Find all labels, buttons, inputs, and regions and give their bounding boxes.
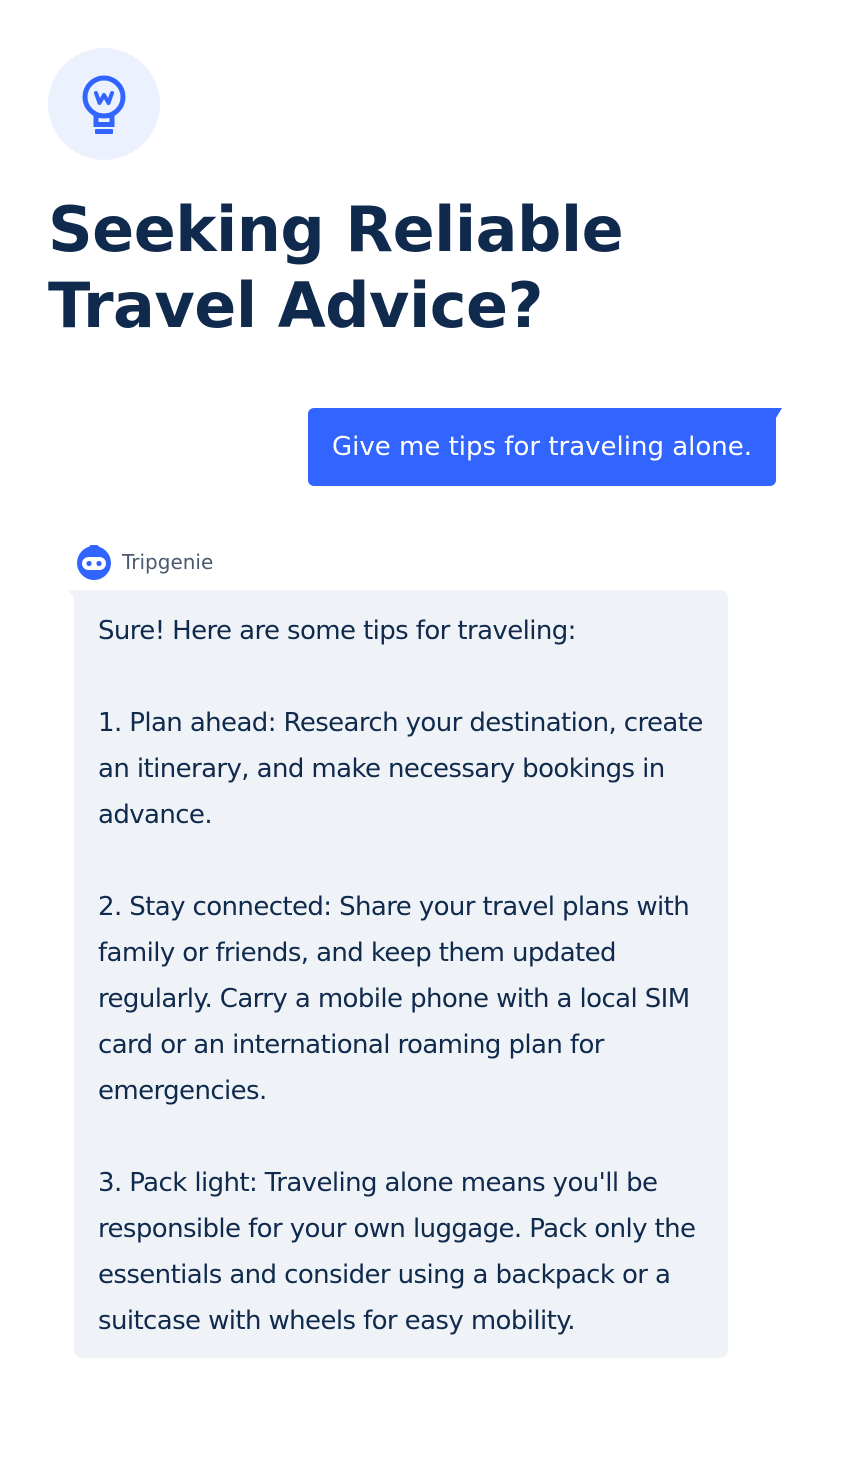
logo	[48, 48, 160, 160]
bot-name: Tripgenie	[122, 550, 214, 574]
lightbulb-w-icon	[82, 75, 126, 134]
bot-header: Tripgenie	[76, 544, 213, 580]
page-title: Seeking Reliable Travel Advice?	[48, 193, 624, 342]
bot-message-bubble: Sure! Here are some tips for traveling: …	[74, 590, 728, 1358]
user-message-bubble: Give me tips for traveling alone.	[308, 408, 776, 486]
robot-icon	[77, 545, 111, 580]
page: Seeking Reliable Travel Advice? Give me …	[0, 0, 850, 1480]
